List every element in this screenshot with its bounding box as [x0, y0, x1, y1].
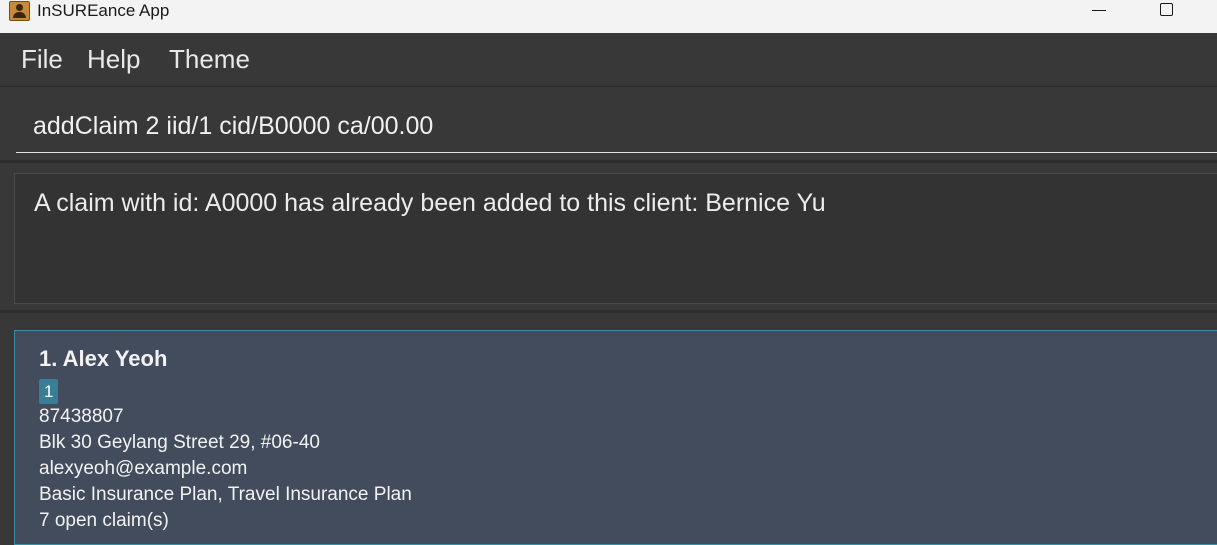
person-email: alexyeoh@example.com [39, 458, 248, 479]
divider [0, 160, 1217, 163]
person-phone: 87438807 [39, 406, 124, 427]
person-tag: 1 [39, 379, 59, 404]
command-box [0, 87, 1217, 160]
window-title: InSUREance App [37, 1, 170, 20]
menu-bar: File Help Theme [0, 33, 1217, 87]
maximize-icon[interactable] [1144, 0, 1190, 22]
minimize-icon[interactable] [1076, 0, 1122, 22]
person-insurances: Basic Insurance Plan, Travel Insurance P… [39, 484, 412, 505]
person-claims: 7 open claim(s) [39, 510, 169, 531]
app-person-icon [9, 1, 30, 21]
menu-file[interactable]: File [21, 44, 63, 74]
command-input[interactable] [16, 101, 1217, 153]
window-title-bar: InSUREance App [0, 0, 1217, 33]
person-address: Blk 30 Geylang Street 29, #06-40 [39, 432, 320, 453]
person-name: 1. Alex Yeoh [39, 346, 168, 371]
person-card[interactable]: 1. Alex Yeoh 1 87438807 Blk 30 Geylang S… [14, 330, 1217, 545]
result-message: A claim with id: A0000 has already been … [34, 189, 826, 217]
menu-help[interactable]: Help [87, 44, 140, 74]
menu-theme[interactable]: Theme [169, 44, 250, 74]
result-display: A claim with id: A0000 has already been … [14, 173, 1217, 304]
person-list: 1. Alex Yeoh 1 87438807 Blk 30 Geylang S… [0, 313, 1217, 545]
